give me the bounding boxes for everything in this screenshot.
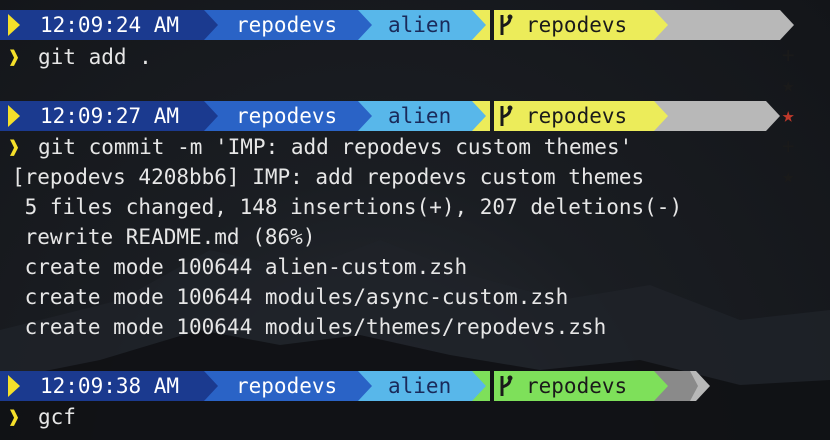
prompt-arrow-icon: ❱ [8, 135, 21, 159]
segment-end-icon [766, 101, 780, 131]
prompt-bar: 12:09:24 AM repodevs alien repodevs + ★ [0, 10, 830, 127]
git-branch-icon [494, 371, 518, 401]
prompt-start-arrow-icon [0, 371, 34, 401]
segment-separator-icon [654, 371, 672, 401]
prompt-arrow-icon: ❱ [8, 405, 21, 429]
prompt-git-status [672, 371, 690, 401]
command-text: gcf [38, 405, 76, 429]
prompt-time: 12:09:27 AM [34, 101, 210, 131]
segment-separator-icon [472, 101, 490, 131]
output-line: 5 files changed, 148 insertions(+), 207 … [12, 195, 683, 219]
modified-star-icon: ★ [781, 164, 795, 188]
command-text: git commit -m 'IMP: add repodevs custom … [38, 135, 633, 159]
prompt-branch: repodevs [518, 371, 654, 401]
command-line: ❱ git add . [0, 42, 830, 72]
prompt-branch: repodevs [518, 101, 654, 131]
segment-separator-icon [358, 371, 376, 401]
segment-separator-icon [654, 10, 672, 40]
prompt-directory: alien [376, 101, 472, 131]
segment-end-icon [690, 371, 710, 401]
prompt-branch: repodevs [518, 10, 654, 40]
git-branch-icon [494, 10, 518, 40]
git-branch-icon [494, 101, 518, 131]
output-line: create mode 100644 modules/async-custom.… [12, 285, 569, 309]
output-line: create mode 100644 alien-custom.zsh [12, 255, 468, 279]
prompt-directory: alien [376, 371, 472, 401]
segment-separator-icon [204, 371, 222, 401]
terminal-window[interactable]: 12:09:24 AM repodevs alien repodevs + ★ [0, 0, 830, 440]
prompt-user: repodevs [222, 371, 358, 401]
segment-separator-icon [358, 10, 376, 40]
prompt-start-arrow-icon [0, 101, 34, 131]
output-line: rewrite README.md (86%) [12, 225, 316, 249]
prompt-bar: 12:09:27 AM repodevs alien repodevs + ★ [0, 101, 830, 188]
prompt-git-status: + ★ ★ [672, 10, 795, 127]
prompt-user: repodevs [222, 101, 358, 131]
prompt-user: repodevs [222, 10, 358, 40]
modified-star-icon: ★ [781, 73, 795, 97]
prompt-directory: alien [376, 10, 472, 40]
prompt-bar: 12:09:38 AM repodevs alien repodevs [0, 371, 830, 401]
prompt-time: 12:09:38 AM [34, 371, 210, 401]
output-line: [repodevs 4208bb6] IMP: add repodevs cus… [12, 165, 645, 189]
command-line: ❱ git commit -m 'IMP: add repodevs custo… [0, 132, 830, 162]
prompt-time: 12:09:24 AM [34, 10, 210, 40]
segment-separator-icon [472, 371, 490, 401]
segment-separator-icon [204, 10, 222, 40]
segment-separator-icon [204, 101, 222, 131]
prompt-start-arrow-icon [0, 10, 34, 40]
command-line: ❱ gcf [0, 402, 830, 432]
command-text: git add . [38, 45, 152, 69]
segment-separator-icon [472, 10, 490, 40]
segment-end-icon [780, 10, 794, 40]
output-line: create mode 100644 modules/themes/repode… [12, 315, 607, 339]
segment-separator-icon [654, 101, 672, 131]
prompt-git-status: + ★ [672, 101, 795, 188]
prompt-arrow-icon: ❱ [8, 45, 21, 69]
segment-separator-icon [358, 101, 376, 131]
